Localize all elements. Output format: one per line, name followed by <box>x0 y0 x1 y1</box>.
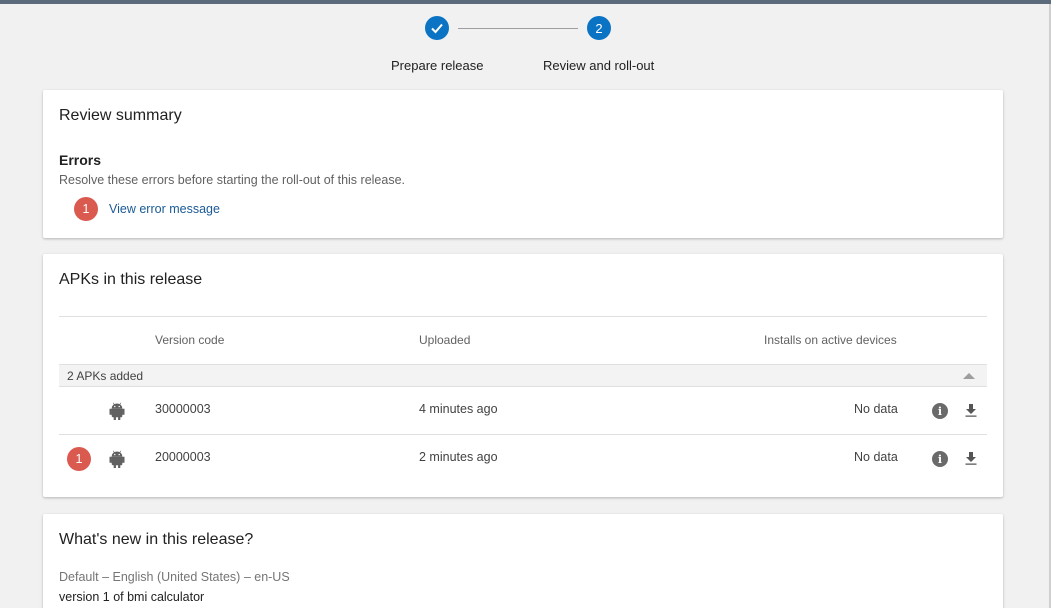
download-icon[interactable] <box>965 451 977 465</box>
errors-heading: Errors <box>59 152 102 168</box>
apks-group-row[interactable]: 2 APKs added <box>59 364 987 387</box>
uploaded-cell: 2 minutes ago <box>419 450 498 464</box>
whats-new-title: What's new in this release? <box>59 531 254 548</box>
apks-table-header: Version code Uploaded Installs on active… <box>59 316 987 364</box>
uploaded-cell: 4 minutes ago <box>419 402 498 416</box>
error-count-badge: 1 <box>74 197 98 221</box>
installs-cell: No data <box>854 402 898 416</box>
apks-group-label: 2 APKs added <box>67 369 144 383</box>
row-error-badge[interactable]: 1 <box>67 447 91 471</box>
check-icon <box>431 23 443 34</box>
version-code-cell: 20000003 <box>155 450 211 464</box>
locale-label: Default – English (United States) – en-U… <box>59 570 290 584</box>
release-notes-text[interactable]: version 1 of bmi calculator <box>59 590 204 604</box>
view-error-message-link[interactable]: View error message <box>109 202 220 216</box>
step-2-number[interactable]: 2 <box>587 16 611 40</box>
whats-new-card: What's new in this release? Default – En… <box>43 514 1003 608</box>
column-installs: Installs on active devices <box>764 333 897 347</box>
info-icon[interactable]: i <box>932 403 948 419</box>
step-1-label[interactable]: Prepare release <box>391 58 484 73</box>
step-2-label[interactable]: Review and roll-out <box>543 58 654 73</box>
android-icon <box>109 402 125 420</box>
errors-description: Resolve these errors before starting the… <box>59 173 406 187</box>
review-summary-card: Review summary Errors Resolve these erro… <box>43 90 1003 238</box>
installs-cell: No data <box>854 450 898 464</box>
top-bar <box>0 0 1051 4</box>
column-version-code: Version code <box>155 333 225 347</box>
step-connector <box>458 28 578 29</box>
release-stepper: 2 Prepare release Review and roll-out <box>0 16 1051 76</box>
info-icon[interactable]: i <box>932 451 948 467</box>
version-code-cell: 30000003 <box>155 402 211 416</box>
table-row: 30000003 4 minutes ago No data i <box>59 387 987 435</box>
step-1-check-icon[interactable] <box>425 16 449 40</box>
android-icon <box>109 450 125 468</box>
apks-card: APKs in this release Version code Upload… <box>43 254 1003 497</box>
collapse-caret-icon[interactable] <box>963 373 975 379</box>
column-uploaded: Uploaded <box>419 333 471 347</box>
table-row: 1 20000003 2 minutes ago No data i <box>59 435 987 483</box>
download-icon[interactable] <box>965 403 977 417</box>
apks-title: APKs in this release <box>59 271 203 288</box>
review-summary-title: Review summary <box>59 107 182 124</box>
